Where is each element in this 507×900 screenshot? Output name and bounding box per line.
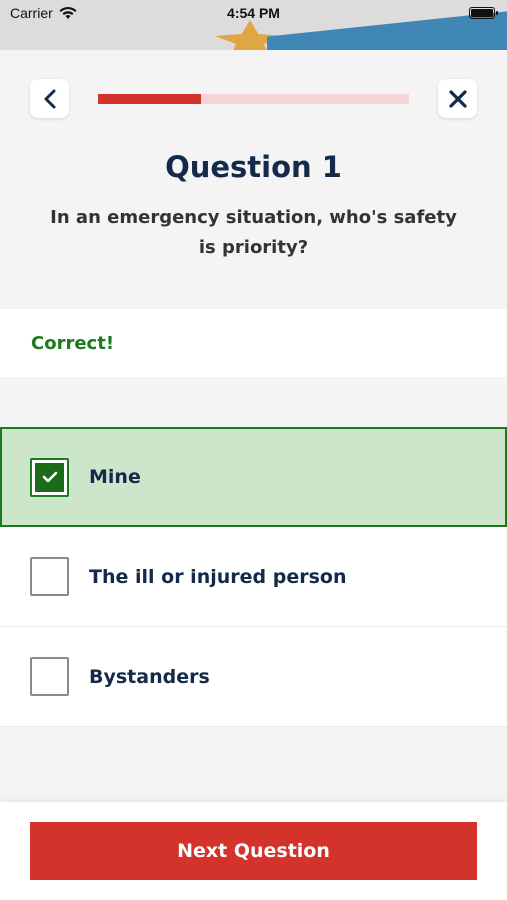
answer-checkbox[interactable]	[30, 457, 69, 497]
next-question-button[interactable]: Next Question	[30, 822, 477, 880]
chevron-left-icon	[44, 89, 55, 108]
answer-checkbox[interactable]	[30, 657, 69, 696]
answer-option[interactable]: Bystanders	[0, 627, 507, 727]
footer-bar: Next Question	[0, 802, 507, 900]
answer-checkbox[interactable]	[30, 557, 69, 596]
battery-icon	[469, 7, 498, 19]
question-text: In an emergency situation, who's safety …	[50, 207, 457, 258]
status-bar: Carrier 4:54 PM	[0, 0, 507, 50]
status-time: 4:54 PM	[227, 5, 280, 21]
quiz-sheet: Question 1 In an emergency situation, wh…	[0, 50, 507, 900]
feedback-text: Correct!	[31, 333, 115, 354]
answer-option[interactable]: The ill or injured person	[0, 527, 507, 627]
feedback-banner: Correct!	[0, 309, 507, 377]
quiz-progress-fill	[98, 94, 201, 104]
checkmark-icon	[35, 462, 64, 492]
answer-list: Mine The ill or injured person Bystander…	[0, 427, 507, 727]
back-button[interactable]	[30, 79, 69, 118]
question-title: Question 1	[165, 150, 342, 184]
close-button[interactable]	[438, 79, 477, 118]
quiz-progress-bar	[98, 94, 409, 104]
answer-label: The ill or injured person	[89, 565, 347, 588]
close-icon	[448, 89, 467, 108]
answer-option[interactable]: Mine	[0, 427, 507, 527]
answer-label: Mine	[89, 466, 141, 488]
quiz-header	[30, 79, 477, 119]
answer-label: Bystanders	[89, 665, 210, 688]
